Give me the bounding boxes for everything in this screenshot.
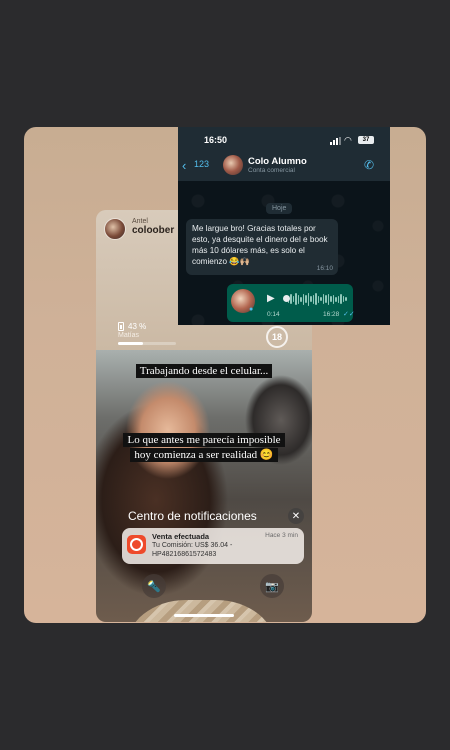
battery-bar <box>118 342 176 345</box>
outgoing-audio-message[interactable]: ● ▶ 0:14 16:28 ✓✓ <box>227 284 355 322</box>
caption-text-2b: hoy comienza a ser realidad 😊 <box>130 448 278 462</box>
double-check-icon: ✓✓ <box>343 311 355 318</box>
battery-widget: 43 % <box>118 322 146 331</box>
battery-icon: 37 <box>358 136 374 144</box>
phone-plus-icon[interactable]: ✆ <box>364 158 374 172</box>
sweater-shape <box>126 600 276 622</box>
signal-icon <box>330 137 341 145</box>
battery-owner: Matías <box>118 332 140 339</box>
incoming-message[interactable]: Me largue bro! Gracias totales por esto,… <box>186 219 338 275</box>
chevron-left-icon[interactable]: ‹ <box>182 158 186 173</box>
contact-name[interactable]: Colo Alumno <box>248 156 307 167</box>
audio-duration: 0:14 <box>267 311 280 318</box>
outgoing-time: 16:28 <box>323 311 340 318</box>
audio-scrubber[interactable] <box>283 295 290 302</box>
battery-bar-fill <box>118 342 143 345</box>
audio-waveform[interactable] <box>285 292 347 306</box>
story-caption-middle: Lo que antes me parecía imposible hoy co… <box>96 433 312 463</box>
date-chip: Hoje <box>266 203 293 214</box>
wifi-icon: ◠ <box>344 135 352 145</box>
chat-header: ‹ 123 Colo Alumno Conta comercial ✆ <box>178 153 390 181</box>
home-indicator <box>174 614 234 617</box>
avatar[interactable] <box>104 218 126 240</box>
play-icon[interactable]: ▶ <box>267 293 275 304</box>
story-username[interactable]: coloober <box>132 225 174 236</box>
notification-body: Tu Comisión: US$ 36.04 - HP4821686157248… <box>152 541 302 559</box>
battery-icon <box>118 322 124 331</box>
story-account-label: Antel <box>132 218 148 225</box>
ring-widget: 18 <box>266 326 288 348</box>
status-bar: 16:50 ◠ 37 <box>178 127 390 153</box>
status-time: 16:50 <box>204 135 228 145</box>
caption-text-1: Trabajando desde el celular... <box>135 364 273 378</box>
mic-icon: ● <box>249 306 254 313</box>
whatsapp-screenshot: 16:50 ◠ 37 ‹ 123 Colo Alumno Conta comer… <box>178 127 390 325</box>
sale-notification[interactable]: Venta efectuada Hace 3 min Tu Comisión: … <box>122 528 304 564</box>
notification-title: Venta efectuada <box>152 532 210 541</box>
notification-center-title: Centro de notificaciones <box>128 509 257 523</box>
contact-avatar[interactable] <box>223 155 243 175</box>
contact-subtitle: Conta comercial <box>248 167 295 174</box>
unread-count[interactable]: 123 <box>194 159 209 169</box>
story-caption-top: Trabajando desde el celular... <box>96 364 312 379</box>
notification-time: Hace 3 min <box>265 532 298 539</box>
caption-text-2a: Lo que antes me parecía imposible <box>123 433 285 447</box>
incoming-time: 16:10 <box>316 265 333 272</box>
battery-percent: 43 % <box>128 322 147 331</box>
camera-icon[interactable]: 📷 <box>260 574 284 598</box>
close-icon[interactable]: ✕ <box>288 508 304 524</box>
flashlight-icon[interactable]: 🔦 <box>142 574 166 598</box>
hotmart-flame-icon <box>127 535 146 554</box>
notification-line-1: Tu Comisión: US$ 36.04 - <box>152 542 233 549</box>
notification-line-2: HP48216861572483 <box>152 551 217 558</box>
incoming-text: Me largue bro! Gracias totales por esto,… <box>192 224 328 266</box>
